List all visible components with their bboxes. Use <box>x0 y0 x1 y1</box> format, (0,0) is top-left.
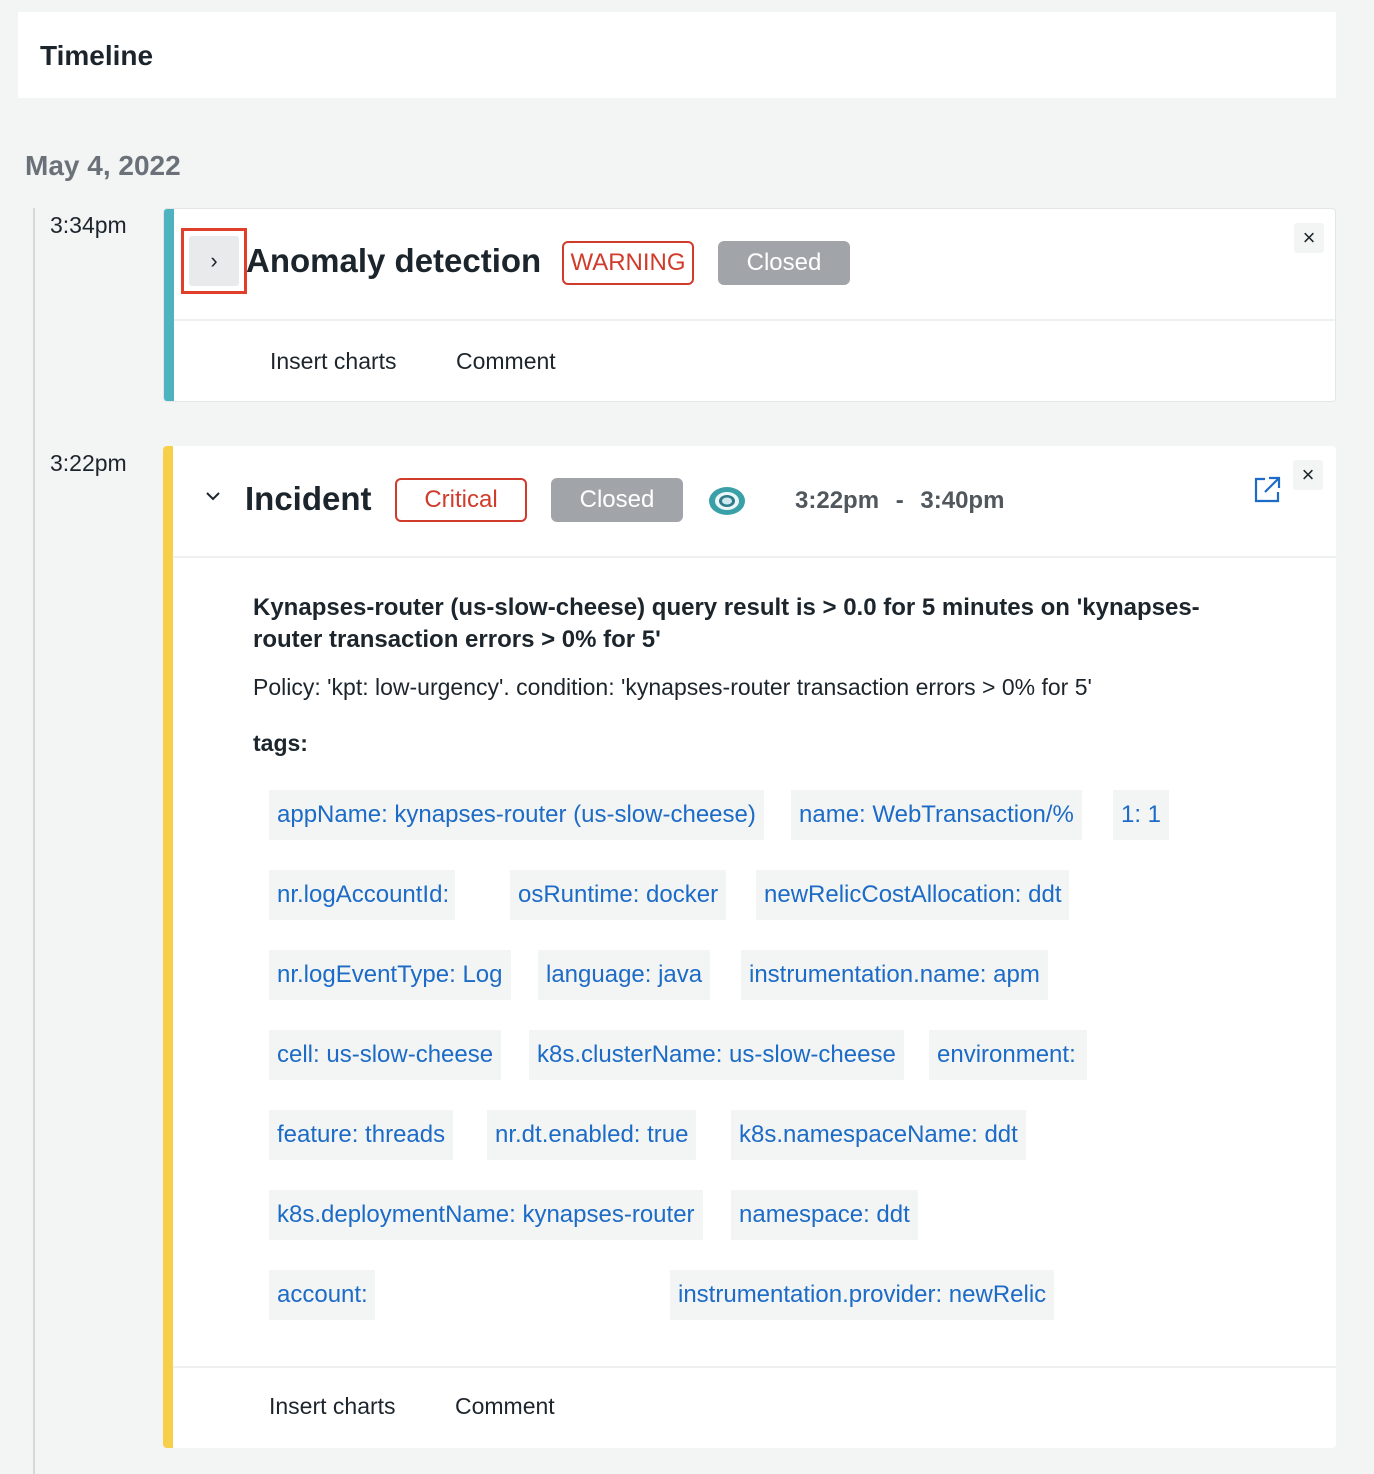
severity-badge: Critical <box>395 478 527 522</box>
tag-chip[interactable]: nr.logEventType: Log <box>269 950 511 1000</box>
insert-charts-button[interactable]: Insert charts <box>269 1393 396 1420</box>
time-range: 3:22pm - 3:40pm <box>795 487 1004 515</box>
open-external-button[interactable] <box>1251 474 1283 506</box>
time-range-end: 3:40pm <box>920 487 1005 514</box>
external-link-icon <box>1254 476 1281 503</box>
tag-chip[interactable]: k8s.clusterName: us-slow-cheese <box>529 1030 904 1080</box>
collapse-button[interactable] <box>201 484 225 508</box>
insert-charts-button[interactable]: Insert charts <box>270 348 397 375</box>
tag-chip[interactable]: instrumentation.provider: newRelic <box>670 1270 1055 1320</box>
highlight-box <box>181 228 247 294</box>
incident-policy: Policy: 'kpt: low-urgency'. condition: '… <box>253 674 1092 700</box>
tag-chip[interactable]: namespace: ddt <box>731 1190 918 1240</box>
tag-chip[interactable]: instrumentation.name: apm <box>741 950 1048 1000</box>
event-time: 3:34pm <box>50 212 127 238</box>
anomaly-event-card: › Anomaly detection WARNING Closed × Ins… <box>163 208 1336 402</box>
status-badge: Closed <box>718 241 850 285</box>
card-divider <box>174 319 1335 321</box>
close-button[interactable]: × <box>1294 223 1324 253</box>
incident-summary: Kynapses-router (us-slow-cheese) query r… <box>253 594 1200 653</box>
event-time: 3:22pm <box>50 450 127 476</box>
tag-chip[interactable]: language: java <box>538 950 711 1000</box>
tag-chip[interactable]: k8s.deploymentName: kynapses-router <box>269 1190 703 1240</box>
tag-chip[interactable]: k8s.namespaceName: ddt <box>731 1110 1026 1160</box>
status-badge: Closed <box>551 478 683 522</box>
card-accent-bar <box>163 446 173 1448</box>
card-accent-bar <box>164 209 174 401</box>
date-heading: May 4, 2022 <box>25 150 181 181</box>
tags-heading: tags: <box>253 730 308 756</box>
tag-chip[interactable]: environment: <box>929 1030 1087 1080</box>
comment-button[interactable]: Comment <box>455 1393 555 1420</box>
page-title: Timeline <box>40 40 154 71</box>
tag-chip[interactable]: newRelicCostAllocation: ddt <box>756 870 1070 920</box>
close-icon: × <box>1301 462 1315 487</box>
card-divider <box>173 1366 1336 1368</box>
event-title: Incident <box>245 480 372 517</box>
close-button[interactable]: × <box>1293 460 1323 490</box>
close-icon: × <box>1302 225 1316 250</box>
tag-chip[interactable]: account: <box>269 1270 375 1320</box>
ring-status-icon <box>706 484 748 518</box>
event-title: Anomaly detection <box>246 242 542 279</box>
time-range-separator: - <box>895 487 904 514</box>
timeline-rail <box>33 208 35 1474</box>
incident-event-card: Incident Critical Closed 3:22pm - 3:40pm… <box>163 446 1336 1448</box>
tag-chip[interactable]: 1: 1 <box>1113 790 1170 840</box>
card-divider <box>173 556 1336 558</box>
severity-badge: WARNING <box>562 241 694 285</box>
tag-chip[interactable]: nr.logAccountId: <box>269 870 455 920</box>
tag-chip[interactable]: cell: us-slow-cheese <box>269 1030 502 1080</box>
chevron-down-icon <box>206 492 220 501</box>
tag-chip[interactable]: name: WebTransaction/% <box>791 790 1082 840</box>
tag-chip[interactable]: feature: threads <box>269 1110 454 1160</box>
timeline-header: Timeline <box>18 12 1336 98</box>
tag-chip[interactable]: appName: kynapses-router (us-slow-cheese… <box>269 790 764 840</box>
comment-button[interactable]: Comment <box>456 348 556 375</box>
tag-chip[interactable]: nr.dt.enabled: true <box>487 1110 697 1160</box>
time-range-start: 3:22pm <box>795 487 880 514</box>
tag-chip[interactable]: osRuntime: docker <box>510 870 727 920</box>
